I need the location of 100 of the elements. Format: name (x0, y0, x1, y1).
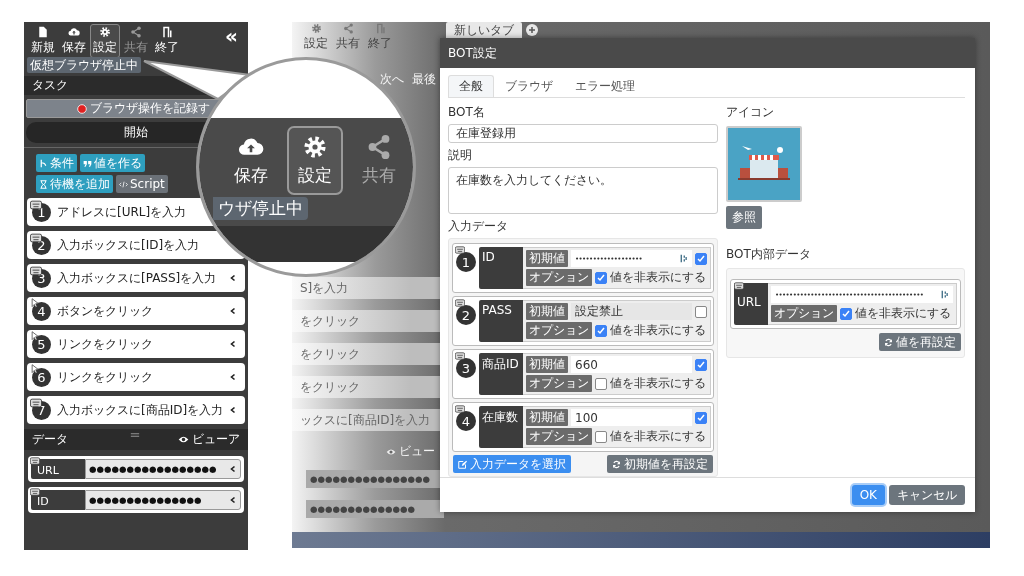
file-icon (37, 26, 49, 38)
checkbox[interactable] (595, 430, 607, 443)
step-number: 2 (456, 305, 476, 325)
field-tag: オプション (526, 269, 592, 286)
chevron-left-icon (229, 406, 238, 414)
eye-icon (178, 434, 189, 445)
step-label: S]を入力 (300, 279, 349, 297)
step-row[interactable]: をクリック (292, 310, 440, 332)
keyboard-icon (734, 281, 744, 291)
checkbox[interactable] (840, 307, 852, 320)
field-label: アイコン (726, 104, 775, 121)
step-label: をクリック (300, 312, 360, 330)
field-tag: オプション (771, 305, 837, 322)
checkbox[interactable] (695, 252, 707, 265)
share-icon (130, 26, 142, 38)
input-field[interactable]: 在庫登録用 (448, 124, 718, 143)
toolbar-button[interactable]: 共有 (336, 23, 360, 52)
edit-icon (458, 459, 467, 469)
toolbar-button[interactable]: 設定 (90, 24, 120, 58)
hourglass-icon (39, 179, 48, 189)
section-title: タスク (32, 77, 68, 94)
field-tag: 初期値 (526, 409, 568, 426)
reset-button[interactable]: 値を再設定 (879, 333, 961, 351)
reset-button[interactable]: 初期値を再設定 (607, 455, 713, 473)
step-label: リンクをクリック (57, 368, 154, 386)
new-tab-button[interactable] (526, 24, 538, 36)
step-row[interactable]: 3 入力ボックスに[PASS]を入力 (27, 264, 245, 292)
chevron-left-icon (229, 274, 237, 282)
step-row[interactable]: 7 入力ボックスに[商品ID]を入力 (27, 396, 245, 424)
toolbar-button[interactable]: 新規 (28, 24, 58, 58)
keyboard-icon (455, 404, 465, 414)
tab[interactable]: ブラウザ (494, 75, 564, 97)
chevron-left-icon (229, 496, 237, 504)
field-label: 説明 (448, 147, 473, 164)
field-tag: オプション (526, 428, 592, 445)
checkbox[interactable] (695, 358, 707, 371)
toolbar-button[interactable]: 設定 (287, 126, 343, 195)
status-badge: 仮想ブラウザ停止中 (27, 57, 141, 73)
input-field[interactable]: 100 (571, 409, 692, 426)
data-name-label: ID (479, 247, 523, 289)
collapse-button[interactable]: « (219, 24, 244, 48)
nav-button[interactable]: 最後 (412, 70, 436, 88)
drag-handle-icon (130, 430, 140, 440)
keyboard-icon (30, 487, 40, 497)
keyboard-icon (455, 245, 465, 255)
tab[interactable]: エラー処理 (564, 75, 646, 97)
step-label: リンクをクリック (57, 335, 154, 353)
share-icon (342, 23, 354, 34)
data-row[interactable]: ●●●●●●●●●●●●●● (306, 500, 444, 518)
step-label: アドレスに[URL]を入力 (57, 203, 188, 221)
masked-value: ●●●●●●●●●●●●●●●●● (89, 464, 218, 474)
step-number: 1 (456, 252, 476, 272)
viewer-link[interactable]: ビューア (192, 431, 240, 448)
data-name-label: PASS (479, 300, 523, 342)
refresh-icon (612, 459, 621, 469)
text-area[interactable]: 在庫数を入力してください。 (448, 167, 718, 214)
browser-tab[interactable]: 新しいタブ (446, 22, 522, 38)
keyboard-icon (455, 298, 465, 308)
checkbox[interactable] (595, 271, 607, 284)
chevron-left-icon (229, 465, 237, 473)
browse-button[interactable]: 参照 (726, 206, 762, 229)
step-row[interactable]: 6 リンクをクリック (27, 363, 245, 391)
data-row[interactable]: ID ●●●●●●●●●●●●●●● (28, 487, 244, 513)
checkbox-label: 値を非表示にする (610, 428, 706, 445)
data-row[interactable]: URL ●●●●●●●●●●●●●●●●● (28, 456, 244, 482)
chevron-left-icon (229, 373, 237, 381)
step-label: 入力ボックスに[ID]を入力 (57, 236, 201, 254)
masked-value: ●●●●●●●●●●●●●●●● (310, 474, 430, 484)
cloud-upload-icon (68, 26, 80, 38)
toolbar-button[interactable]: 終了 (368, 23, 392, 52)
action-button[interactable]: Script (116, 175, 168, 193)
record-dot-icon (77, 103, 87, 114)
step-row[interactable]: をクリック (292, 343, 440, 365)
toolbar-button[interactable]: 設定 (304, 23, 328, 52)
field-tag: 初期値 (526, 356, 568, 373)
checkbox[interactable] (595, 377, 607, 390)
step-row[interactable]: S]を入力 (292, 277, 440, 299)
checkbox[interactable] (695, 411, 707, 424)
step-row[interactable]: をクリック (292, 376, 440, 398)
step-row[interactable]: ックスに[商品ID]を入力 (292, 409, 440, 431)
masked-value: ●●●●●●●●●●●●●●● (89, 495, 203, 505)
toolbar-button[interactable]: 終了 (152, 24, 182, 58)
step-row[interactable]: 2 入力ボックスに[ID]を入力 (27, 231, 245, 259)
cancel-button[interactable]: キャンセル (889, 485, 965, 505)
code-icon (119, 179, 128, 189)
step-row[interactable]: 4 ボタンをクリック (27, 297, 245, 325)
field-tag: オプション (526, 375, 592, 392)
status-badge: ウザ停止中 (213, 197, 308, 220)
viewer-link[interactable]: ビュー (399, 443, 435, 460)
field-label: BOT名 (448, 104, 486, 121)
cursor-icon (30, 364, 40, 374)
step-label: 入力ボックスに[商品ID]を入力 (57, 401, 224, 419)
input-field[interactable]: 660 (571, 356, 692, 373)
branch-icon (39, 158, 48, 168)
input-field: 設定禁止 (571, 303, 692, 320)
tab[interactable]: 全般 (448, 75, 494, 97)
toolbar-button[interactable]: 保存 (59, 24, 89, 58)
checkbox-label: 値を非表示にする (610, 269, 706, 286)
step-row[interactable]: 5 リンクをクリック (27, 330, 245, 358)
keyboard-icon (30, 456, 40, 466)
